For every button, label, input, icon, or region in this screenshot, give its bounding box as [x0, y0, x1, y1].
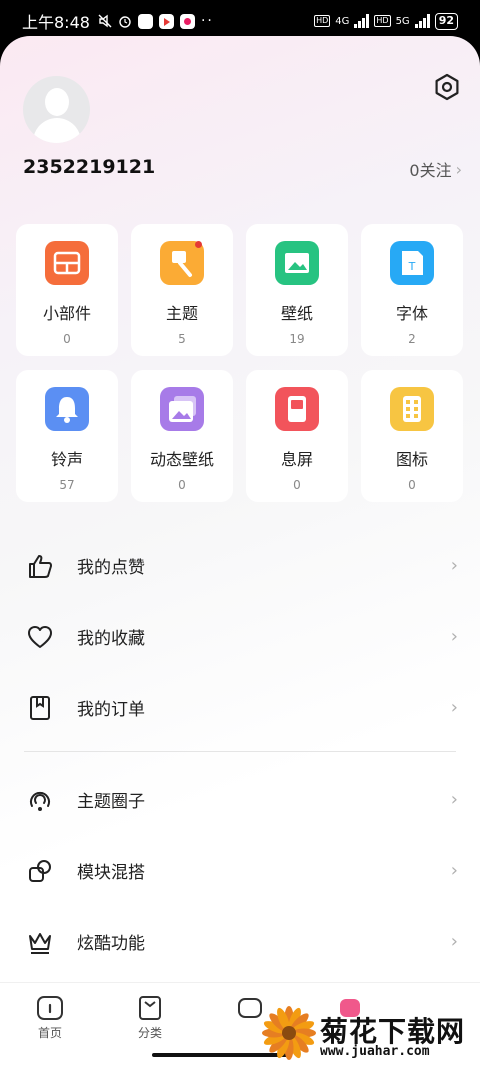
- signal-icon: [414, 14, 430, 28]
- tile-label: 息屏: [280, 450, 313, 469]
- chevron-right-icon: ›: [450, 931, 458, 952]
- circle-icon: [26, 786, 54, 814]
- tile-label: 动态壁纸: [149, 450, 214, 469]
- menu-item-label: 我的收藏: [77, 629, 145, 649]
- chevron-right-icon: ›: [450, 860, 458, 881]
- menu-item-order[interactable]: 我的订单 ›: [0, 672, 480, 743]
- battery-icon: 92: [434, 12, 458, 30]
- follow-link[interactable]: 0关注 ›: [409, 157, 462, 181]
- menu-item-mix[interactable]: 模块混搭 ›: [0, 835, 480, 906]
- tile-widget[interactable]: 小部件 0: [16, 224, 118, 356]
- svg-text:T: T: [408, 260, 416, 273]
- hd-icon: HD: [314, 15, 331, 27]
- chevron-right-icon: ›: [455, 159, 462, 179]
- widget-icon: [45, 241, 89, 285]
- avatar[interactable]: [23, 76, 90, 143]
- home-icon: [37, 996, 63, 1020]
- discover-icon: [238, 998, 262, 1018]
- menu-item-label: 我的点赞: [77, 558, 145, 578]
- tile-count: 19: [289, 332, 305, 346]
- tile-wallpaper[interactable]: 壁纸 19: [246, 224, 348, 356]
- font-icon: T: [390, 241, 434, 285]
- tile-count: 5: [178, 332, 186, 346]
- tile-count: 0: [178, 478, 186, 492]
- tile-live-wallpaper[interactable]: 动态壁纸 0: [131, 370, 233, 502]
- status-time: 上午8:48: [22, 13, 90, 32]
- heart-icon: [26, 623, 54, 651]
- signal-icon: [354, 14, 370, 28]
- wallpaper-icon: [275, 241, 319, 285]
- tile-label: 小部件: [42, 304, 91, 323]
- crown-icon: [26, 928, 54, 956]
- category-grid: 小部件 0 主题 5 壁纸 19 T 字体 2 铃声 57 动态壁纸 0 息屏 0 图标 0: [16, 224, 464, 502]
- menu-item-label: 模块混搭: [77, 863, 145, 883]
- tile-label: 壁纸: [280, 304, 313, 323]
- follow-count-label: 0关注: [409, 161, 452, 180]
- chevron-right-icon: ›: [450, 555, 458, 576]
- tile-label: 图标: [395, 450, 428, 469]
- flower-logo-icon: [262, 1006, 316, 1060]
- thumbs-up-icon: [26, 552, 54, 580]
- tile-count: 2: [408, 332, 416, 346]
- app-icon-icon: [390, 387, 434, 431]
- menu-item-label: 炫酷功能: [77, 934, 145, 954]
- menu-item-label: 主题圈子: [77, 792, 145, 812]
- app-notification-icon: [137, 13, 153, 29]
- tile-app-icon[interactable]: 图标 0: [361, 370, 463, 502]
- tab-category-label: 分类: [137, 1026, 162, 1040]
- menu-item-thumbs-up[interactable]: 我的点赞 ›: [0, 530, 480, 601]
- menu-item-circle[interactable]: 主题圈子 ›: [0, 764, 480, 835]
- menu-item-label: 我的订单: [77, 700, 145, 720]
- tile-label: 字体: [395, 304, 428, 323]
- status-notification-icons: ··: [98, 13, 214, 29]
- menu-item-heart[interactable]: 我的收藏 ›: [0, 601, 480, 672]
- tile-label: 主题: [165, 304, 198, 323]
- tile-font[interactable]: T 字体 2: [361, 224, 463, 356]
- hd-icon: HD: [374, 15, 391, 27]
- watermark: 菊花下载网 www.juahar.com: [262, 1004, 476, 1064]
- profile-page: 2352219121 0关注 › 小部件 0 主题 5 壁纸 19 T 字体 2 铃声 57 动态壁纸…: [0, 36, 480, 1066]
- tab-home[interactable]: 首页: [0, 983, 100, 1066]
- user-id: 2352219121: [23, 156, 156, 178]
- category-icon: [139, 996, 161, 1020]
- settings-icon[interactable]: [432, 72, 462, 102]
- status-right-icons: HD 4G HD 5G 92: [314, 12, 458, 30]
- app-notification-icon: [179, 13, 195, 29]
- chevron-right-icon: ›: [450, 789, 458, 810]
- tile-count: 0: [293, 478, 301, 492]
- menu-list: 我的点赞 › 我的收藏 › 我的订单 › 主题圈子 › 模块混搭 › 炫酷功能 ›: [0, 530, 480, 977]
- mix-icon: [26, 857, 54, 885]
- divider: [24, 751, 456, 752]
- tab-home-label: 首页: [37, 1026, 62, 1040]
- tile-label: 铃声: [50, 450, 83, 469]
- chevron-right-icon: ›: [450, 626, 458, 647]
- live-wallpaper-icon: [160, 387, 204, 431]
- menu-item-crown[interactable]: 炫酷功能 ›: [0, 906, 480, 977]
- tile-count: 57: [59, 478, 75, 492]
- order-icon: [26, 694, 54, 722]
- more-notifications-icon: ··: [200, 13, 214, 29]
- tile-count: 0: [408, 478, 416, 492]
- tile-count: 0: [63, 332, 71, 346]
- network-type-label: 4G: [335, 15, 350, 27]
- aod-icon: [275, 387, 319, 431]
- tile-bell[interactable]: 铃声 57: [16, 370, 118, 502]
- mute-icon: [98, 14, 112, 28]
- alarm-icon: [119, 16, 131, 28]
- chevron-right-icon: ›: [450, 697, 458, 718]
- watermark-url: www.juahar.com: [320, 1044, 430, 1059]
- video-notification-icon: [158, 13, 174, 29]
- tile-brush[interactable]: 主题 5: [131, 224, 233, 356]
- bell-icon: [45, 387, 89, 431]
- network-type-label: 5G: [395, 15, 410, 27]
- tile-aod[interactable]: 息屏 0: [246, 370, 348, 502]
- new-badge: [195, 241, 202, 248]
